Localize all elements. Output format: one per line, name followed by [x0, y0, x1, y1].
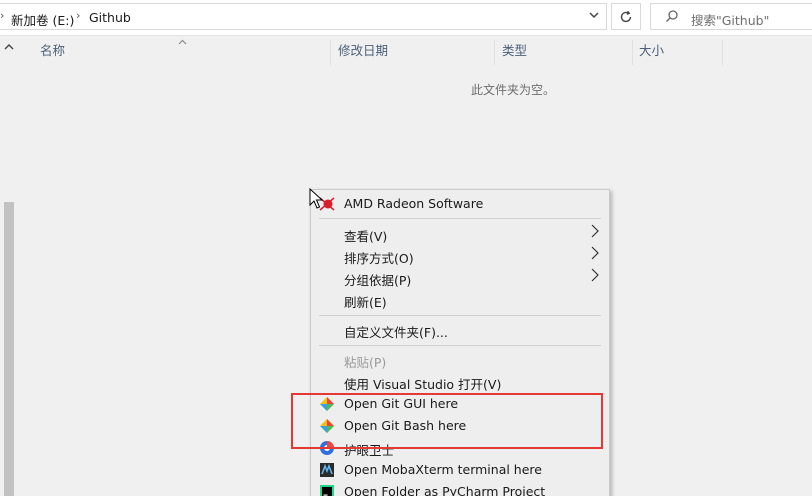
mobaxterm-icon: [319, 462, 335, 478]
menu-separator: [319, 315, 601, 316]
search-box[interactable]: 搜索"Github": [650, 3, 812, 30]
submenu-arrow-icon: [591, 246, 599, 264]
menu-item-view[interactable]: 查看(V): [311, 223, 609, 245]
breadcrumb-drive[interactable]: 新加卷 (E:): [11, 10, 74, 29]
navigation-pane-scrollbar[interactable]: [0, 37, 18, 496]
mouse-cursor-icon: [309, 187, 325, 210]
scrollbar-thumb[interactable]: [4, 202, 14, 496]
address-bar[interactable]: › 新加卷 (E:) › Github: [0, 3, 607, 30]
highlight-box: [291, 393, 603, 449]
menu-separator: [319, 218, 601, 219]
column-divider[interactable]: [722, 40, 723, 65]
submenu-arrow-icon: [591, 268, 599, 286]
menu-item-group-by[interactable]: 分组依据(P): [311, 267, 609, 289]
menu-item-open-pycharm[interactable]: Open Folder as PyCharm Project: [311, 481, 609, 496]
menu-item-sort-by[interactable]: 排序方式(O): [311, 245, 609, 267]
column-header-type[interactable]: 类型: [502, 37, 527, 65]
column-header-modified[interactable]: 修改日期: [338, 37, 388, 65]
column-header-size[interactable]: 大小: [639, 37, 664, 65]
column-divider[interactable]: [632, 40, 633, 65]
chevron-down-icon[interactable]: [583, 9, 605, 27]
search-icon: [665, 9, 679, 27]
menu-item-open-mobaxterm[interactable]: Open MobaXterm terminal here: [311, 459, 609, 481]
menu-item-customize-folder[interactable]: 自定义文件夹(F)...: [311, 319, 609, 341]
chevron-right-icon[interactable]: ›: [76, 9, 80, 22]
column-divider[interactable]: [330, 40, 331, 65]
menu-item-open-visual-studio[interactable]: 使用 Visual Studio 打开(V): [311, 371, 609, 393]
menu-item-paste: 粘贴(P): [344, 355, 387, 370]
column-divider[interactable]: [494, 40, 495, 65]
refresh-button[interactable]: [611, 3, 641, 30]
breadcrumb-folder[interactable]: Github: [89, 10, 131, 25]
menu-separator: [319, 345, 601, 346]
scroll-up-icon[interactable]: [4, 41, 14, 54]
submenu-arrow-icon: [591, 224, 599, 242]
context-menu: AMD Radeon Software 查看(V) 排序方式(O) 分组依据(P…: [310, 189, 610, 496]
search-input[interactable]: 搜索"Github": [691, 10, 769, 29]
toolbar: › 新加卷 (E:) › Github 搜索"Github": [0, 0, 812, 36]
menu-item-refresh[interactable]: 刷新(E): [311, 289, 609, 311]
chevron-right-icon[interactable]: ›: [0, 9, 4, 22]
menu-item-amd-radeon[interactable]: AMD Radeon Software: [311, 193, 609, 215]
sort-ascending-icon: [178, 37, 187, 48]
column-header-name[interactable]: 名称: [40, 37, 65, 65]
pycharm-icon: [319, 484, 335, 496]
empty-folder-message: 此文件夹为空。: [471, 83, 556, 97]
